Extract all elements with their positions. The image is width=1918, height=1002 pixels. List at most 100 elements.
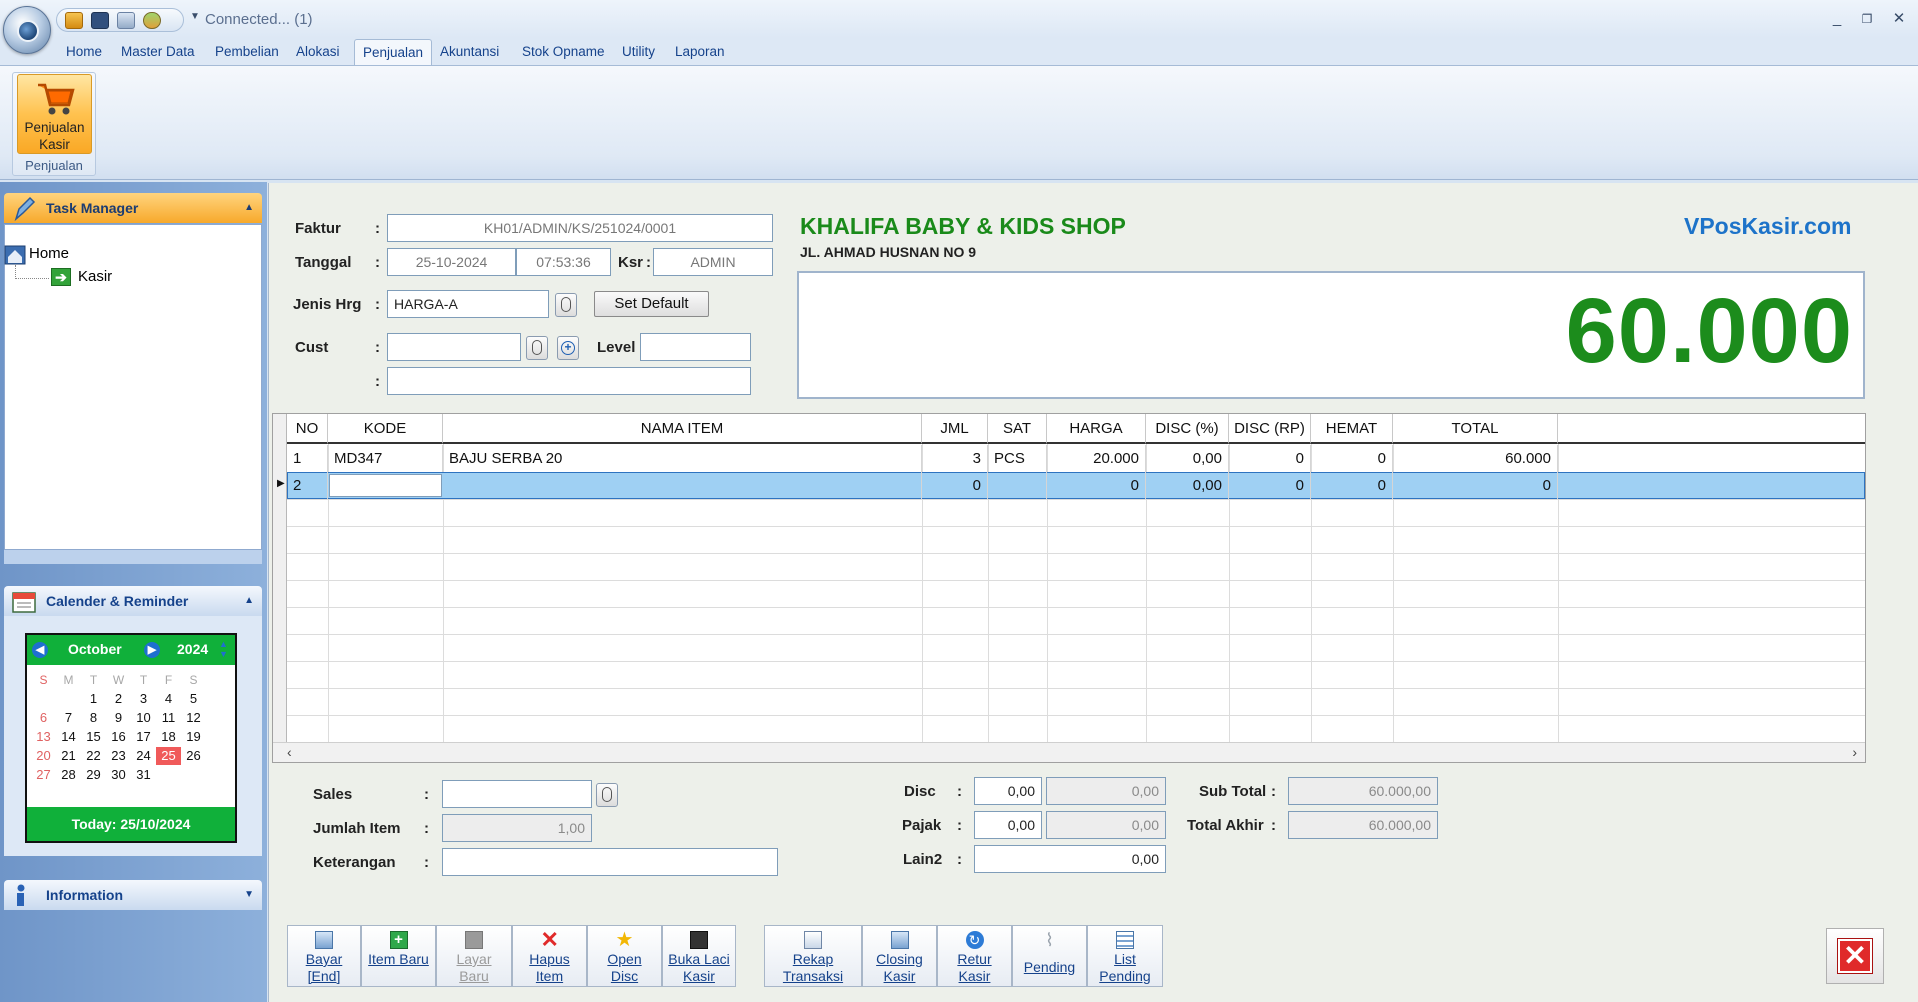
column-header[interactable]: NO (287, 414, 328, 444)
calendar-day[interactable]: 30 (106, 766, 131, 784)
cell-disc-pct[interactable]: 0,00 (1146, 472, 1229, 499)
add-customer-icon[interactable]: + (557, 336, 579, 360)
list-pending-button[interactable]: List Pending (1087, 925, 1163, 987)
mouse-pick-icon[interactable] (555, 293, 577, 317)
retur-kasir-button[interactable]: ↻ Retur Kasir (937, 925, 1012, 987)
cust-field[interactable] (387, 333, 521, 361)
print-preview-icon[interactable] (117, 12, 135, 29)
tanggal-field[interactable]: 25-10-2024 (387, 248, 516, 276)
calendar-day[interactable]: 12 (181, 709, 206, 727)
keterangan-field[interactable] (442, 848, 778, 876)
cell-no[interactable]: 2 (287, 472, 328, 499)
close-window-icon[interactable]: ✕ (1886, 8, 1912, 30)
cell-hemat[interactable]: 0 (1311, 472, 1393, 499)
calendar-day[interactable]: 2 (106, 690, 131, 708)
calendar-day[interactable]: 11 (156, 709, 181, 727)
prev-month-icon[interactable]: ◀ (32, 642, 48, 658)
calendar-day[interactable]: 23 (106, 747, 131, 765)
calendar-day[interactable]: 17 (131, 728, 156, 746)
qat-dropdown-icon[interactable]: ▼ (190, 11, 200, 22)
calendar-day[interactable]: 4 (156, 690, 181, 708)
expand-icon[interactable]: ▼ (244, 880, 254, 910)
tab-master-data[interactable]: Master Data (113, 39, 203, 65)
brand-link[interactable]: VPosKasir.com (1684, 213, 1851, 240)
cell-nama-item[interactable]: BAJU SERBA 20 (443, 445, 922, 472)
tab-home[interactable]: Home (58, 39, 110, 65)
tree-item-kasir[interactable]: Kasir (78, 268, 112, 285)
calendar-day[interactable]: 16 (106, 728, 131, 746)
layar-baru-button[interactable]: Layar Baru (436, 925, 512, 987)
close-form-button[interactable]: ✕ (1826, 928, 1884, 984)
calendar-day[interactable]: 3 (131, 690, 156, 708)
calendar-day[interactable]: 27 (31, 766, 56, 784)
calendar-day[interactable]: 19 (181, 728, 206, 746)
column-header[interactable]: SAT (988, 414, 1047, 444)
mouse-pick-icon[interactable] (596, 783, 618, 807)
app-menu-orb-icon[interactable] (3, 6, 51, 54)
calendar-day[interactable]: 28 (56, 766, 81, 784)
tab-utility[interactable]: Utility (614, 39, 663, 65)
calendar-day[interactable]: 21 (56, 747, 81, 765)
tree-item-home[interactable]: Home (29, 245, 69, 262)
calendar-day[interactable]: 14 (56, 728, 81, 746)
buka-laci-button[interactable]: Buka Laci Kasir (662, 925, 736, 987)
minimize-icon[interactable]: _ (1824, 8, 1850, 30)
search-icon[interactable] (65, 12, 83, 29)
column-header[interactable]: NAMA ITEM (443, 414, 922, 444)
tab-laporan[interactable]: Laporan (667, 39, 733, 65)
cell-jml[interactable]: 3 (922, 445, 988, 472)
cell-sat[interactable]: PCS (988, 445, 1047, 472)
time-field[interactable]: 07:53:36 (516, 248, 611, 276)
rekap-transaksi-button[interactable]: Rekap Transaksi (764, 925, 862, 987)
calendar-day[interactable]: 8 (81, 709, 106, 727)
save-icon[interactable] (91, 12, 109, 29)
column-header[interactable]: HARGA (1047, 414, 1146, 444)
calendar-day[interactable]: 7 (56, 709, 81, 727)
column-header[interactable]: TOTAL (1393, 414, 1558, 444)
calendar-day[interactable]: 22 (81, 747, 106, 765)
calendar-day[interactable]: 13 (31, 728, 56, 746)
calendar-day[interactable]: 9 (106, 709, 131, 727)
hapus-item-button[interactable]: ✕ Hapus Item (512, 925, 587, 987)
horizontal-scrollbar[interactable]: ‹ › (273, 742, 1865, 762)
bayar-button[interactable]: Bayar [End] (287, 925, 361, 987)
column-header[interactable]: DISC (RP) (1229, 414, 1311, 444)
calendar-day[interactable]: 31 (131, 766, 156, 784)
level-field[interactable] (640, 333, 751, 361)
calendar-day[interactable]: 6 (31, 709, 56, 727)
cell-no[interactable]: 1 (287, 445, 328, 472)
cell-sat[interactable] (988, 472, 1047, 499)
calendar-day[interactable]: 10 (131, 709, 156, 727)
collapse-icon[interactable]: ▲ (244, 586, 254, 616)
calendar-day[interactable]: 15 (81, 728, 106, 746)
calendar-day[interactable]: 18 (156, 728, 181, 746)
column-header[interactable]: KODE (328, 414, 443, 444)
penjualan-kasir-button[interactable]: Penjualan Kasir (17, 74, 92, 154)
tab-stok-opname[interactable]: Stok Opname (514, 39, 613, 65)
disc-percent-field[interactable]: 0,00 (974, 777, 1042, 805)
open-disc-button[interactable]: ★ Open Disc (587, 925, 662, 987)
year-spinner-icon[interactable]: ▲ ▼ (219, 639, 228, 659)
calendar-day[interactable]: 29 (81, 766, 106, 784)
column-header[interactable]: DISC (%) (1146, 414, 1229, 444)
column-header[interactable]: JML (922, 414, 988, 444)
cell-total[interactable]: 0 (1393, 472, 1558, 499)
closing-kasir-button[interactable]: Closing Kasir (862, 925, 937, 987)
calendar-day[interactable]: 26 (181, 747, 206, 765)
calendar-day[interactable]: 5 (181, 690, 206, 708)
calendar-today[interactable]: Today: 25/10/2024 (27, 807, 235, 841)
cell-harga[interactable]: 0 (1047, 472, 1146, 499)
collapse-icon[interactable]: ▲ (244, 193, 254, 223)
lain2-field[interactable]: 0,00 (974, 845, 1166, 873)
pending-button[interactable]: ⌇ Pending (1012, 925, 1087, 987)
tab-akuntansi[interactable]: Akuntansi (432, 39, 507, 65)
information-header[interactable]: Information ▼ (4, 880, 262, 910)
cell-total[interactable]: 60.000 (1393, 445, 1558, 472)
tab-pembelian[interactable]: Pembelian (207, 39, 287, 65)
cell-hemat[interactable]: 0 (1311, 445, 1393, 472)
calendar-day[interactable]: 24 (131, 747, 156, 765)
cell-kode[interactable]: MD347 (328, 445, 443, 472)
cell-disc-rp[interactable]: 0 (1229, 445, 1311, 472)
user-icon[interactable] (143, 12, 161, 29)
calendar-day[interactable]: 1 (81, 690, 106, 708)
